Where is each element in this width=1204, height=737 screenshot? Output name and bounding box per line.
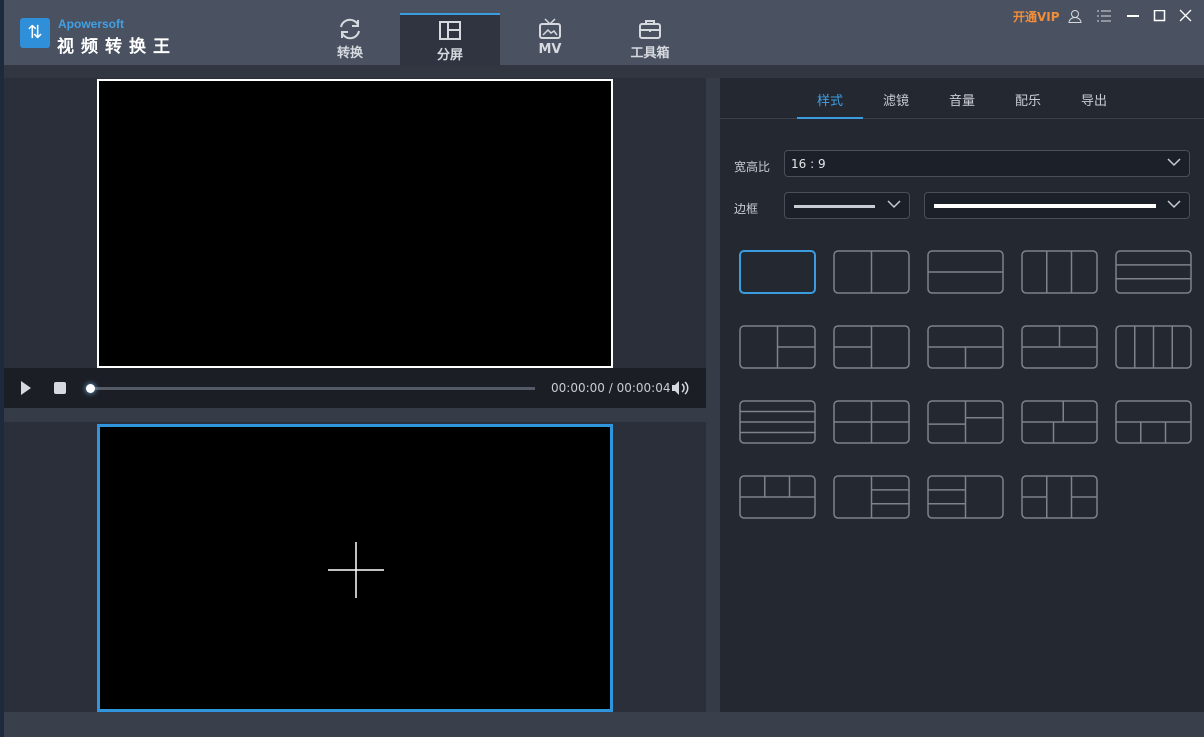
- layout-3-option[interactable]: [927, 250, 1004, 294]
- minimize-icon[interactable]: [1126, 10, 1140, 28]
- nav-tab-split-screen[interactable]: 分屏: [400, 13, 500, 65]
- user-icon[interactable]: [1068, 9, 1082, 27]
- layout-7-option[interactable]: [833, 325, 910, 369]
- layout-6-option[interactable]: [739, 325, 816, 369]
- brand-name: Apowersoft: [58, 17, 124, 31]
- toolbar-band: [4, 65, 1204, 78]
- aspect-ratio-select[interactable]: 16 : 9: [784, 150, 1190, 177]
- tab-style[interactable]: 样式: [797, 90, 863, 119]
- aspect-ratio-value: 16 : 9: [791, 157, 826, 171]
- chevron-down-icon: [887, 200, 901, 209]
- play-button[interactable]: [20, 380, 32, 396]
- settings-tabs: 样式 滤镜 音量 配乐 导出: [720, 78, 1204, 119]
- nav-tab-convert[interactable]: 转换: [300, 13, 400, 65]
- app-name: 视频转换王: [57, 37, 177, 57]
- layout-2-option[interactable]: [833, 250, 910, 294]
- toolbox-icon: [639, 20, 661, 39]
- border-style-select[interactable]: [784, 192, 910, 219]
- split-screen-icon: [439, 21, 461, 40]
- refresh-icon: [340, 18, 360, 40]
- nav-tab-label: 分屏: [436, 48, 463, 63]
- nav-tab-label: 转换: [336, 46, 363, 61]
- settings-panel: 样式 滤镜 音量 配乐 导出 宽高比 16 : 9 边框: [720, 78, 1204, 712]
- aspect-ratio-label: 宽高比: [734, 160, 771, 174]
- layout-10-option[interactable]: [1115, 325, 1192, 369]
- layout-8-option[interactable]: [927, 325, 1004, 369]
- layout-9-option[interactable]: [1021, 325, 1098, 369]
- stop-button[interactable]: [53, 381, 67, 395]
- layout-18-option[interactable]: [927, 475, 1004, 519]
- output-video: [97, 79, 613, 368]
- border-style-preview: [794, 205, 875, 208]
- volume-icon[interactable]: [671, 380, 689, 396]
- seek-handle[interactable]: [86, 384, 95, 393]
- nav-tab-label: MV: [538, 42, 562, 57]
- title-bar: ⇅ Apowersoft 视频转换王 转换 分屏 MV 工具箱 开通VIP: [4, 0, 1204, 65]
- app-window: ⇅ Apowersoft 视频转换王 转换 分屏 MV 工具箱 开通VIP 00…: [4, 0, 1204, 737]
- tab-export[interactable]: 导出: [1061, 90, 1127, 119]
- layout-12-option[interactable]: [833, 400, 910, 444]
- border-label: 边框: [734, 202, 759, 216]
- layout-11-option[interactable]: [739, 400, 816, 444]
- tab-filter[interactable]: 滤镜: [863, 90, 929, 119]
- layout-19-option[interactable]: [1021, 475, 1098, 519]
- layout-16-option[interactable]: [739, 475, 816, 519]
- chevron-down-icon: [1167, 200, 1181, 209]
- close-icon[interactable]: [1179, 9, 1193, 27]
- player-controls: 00:00:00 / 00:00:04: [4, 368, 706, 408]
- source-preview: [4, 422, 706, 712]
- maximize-icon[interactable]: [1153, 10, 1167, 28]
- chevron-down-icon: [1167, 158, 1181, 167]
- divider: [4, 408, 706, 422]
- panel-separator: [706, 78, 720, 712]
- video-slot[interactable]: [97, 424, 613, 712]
- time-display: 00:00:00 / 00:00:04: [551, 381, 671, 395]
- border-width-preview: [934, 204, 1156, 208]
- nav-tab-toolbox[interactable]: 工具箱: [600, 13, 700, 65]
- add-video-icon[interactable]: [326, 540, 386, 600]
- seek-bar[interactable]: [90, 387, 535, 390]
- layout-1-option[interactable]: [739, 250, 816, 294]
- vip-link[interactable]: 开通VIP: [1013, 8, 1060, 26]
- nav-tab-label: 工具箱: [630, 46, 670, 61]
- menu-icon[interactable]: [1097, 10, 1111, 28]
- output-preview: [4, 78, 706, 368]
- tab-volume[interactable]: 音量: [929, 90, 995, 119]
- layout-4-option[interactable]: [1021, 250, 1098, 294]
- nav-tab-mv[interactable]: MV: [500, 13, 600, 65]
- layout-15-option[interactable]: [1115, 400, 1192, 444]
- tab-music[interactable]: 配乐: [995, 90, 1061, 119]
- app-logo-icon: ⇅: [20, 18, 50, 48]
- layout-5-option[interactable]: [1115, 250, 1192, 294]
- tv-icon: [539, 18, 561, 39]
- status-bar: [4, 712, 1204, 737]
- layout-17-option[interactable]: [833, 475, 910, 519]
- border-width-select[interactable]: [924, 192, 1190, 219]
- layout-14-option[interactable]: [1021, 400, 1098, 444]
- layout-13-option[interactable]: [927, 400, 1004, 444]
